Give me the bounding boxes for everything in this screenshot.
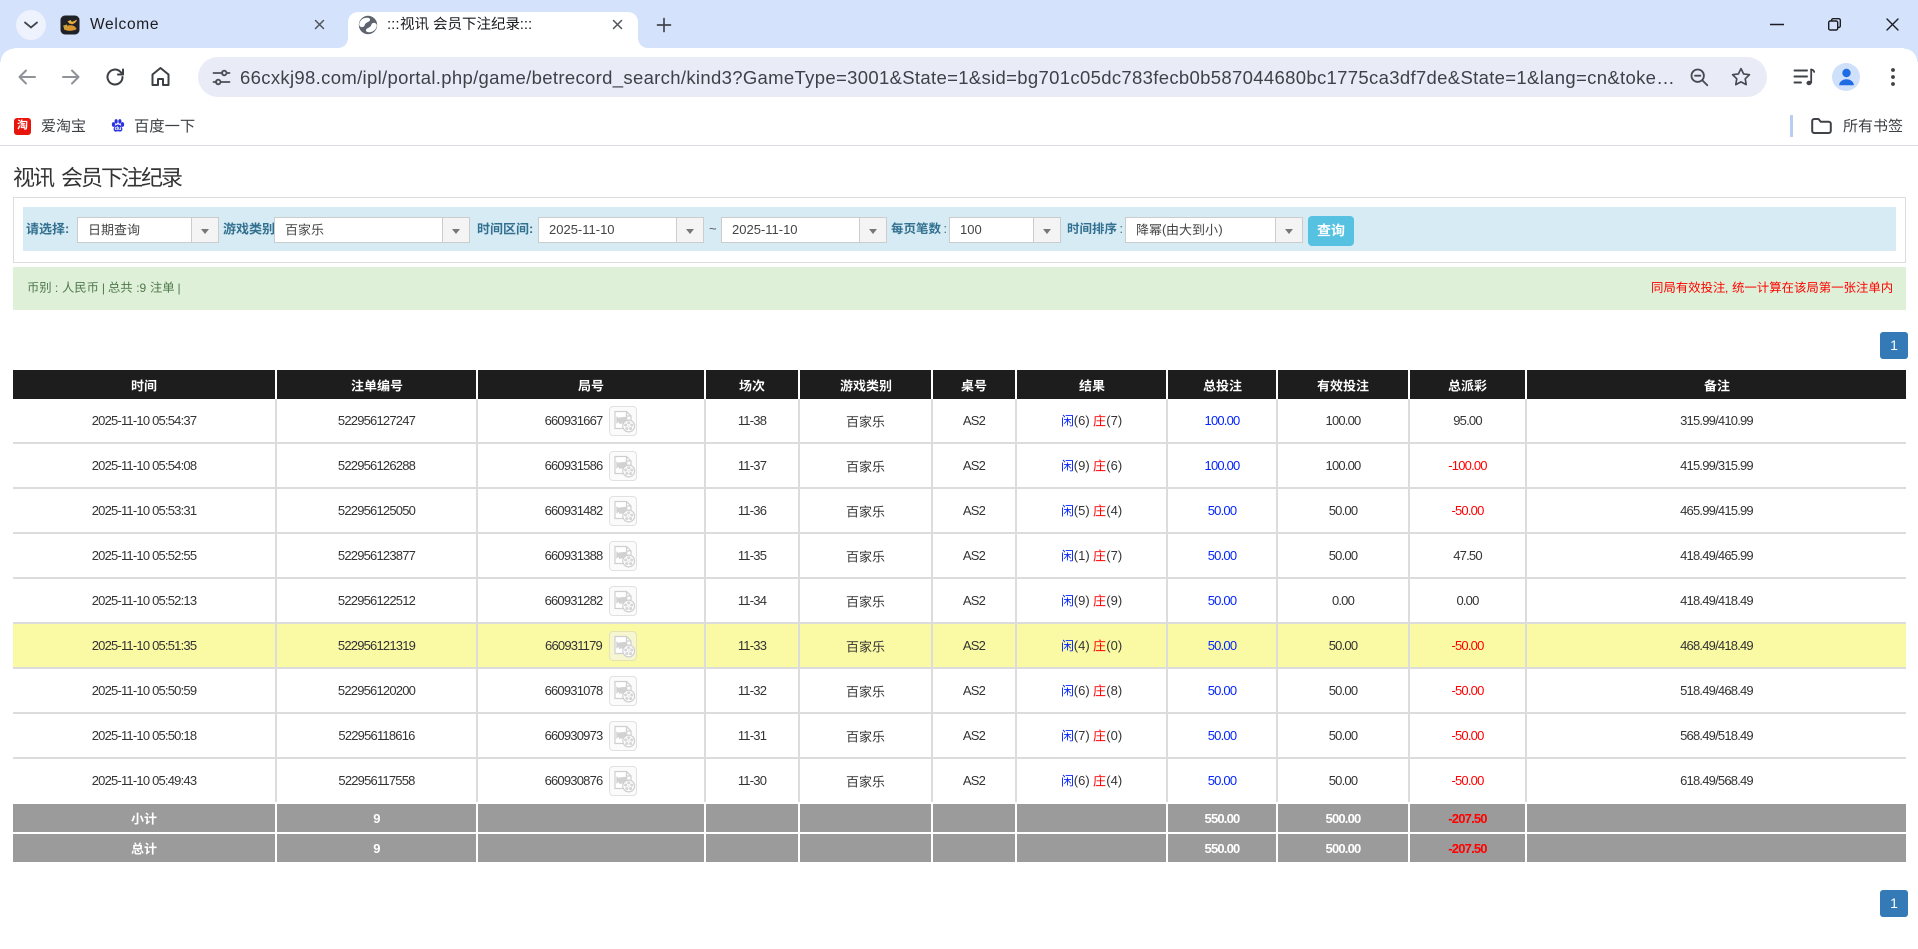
svg-text:du: du	[115, 126, 122, 132]
